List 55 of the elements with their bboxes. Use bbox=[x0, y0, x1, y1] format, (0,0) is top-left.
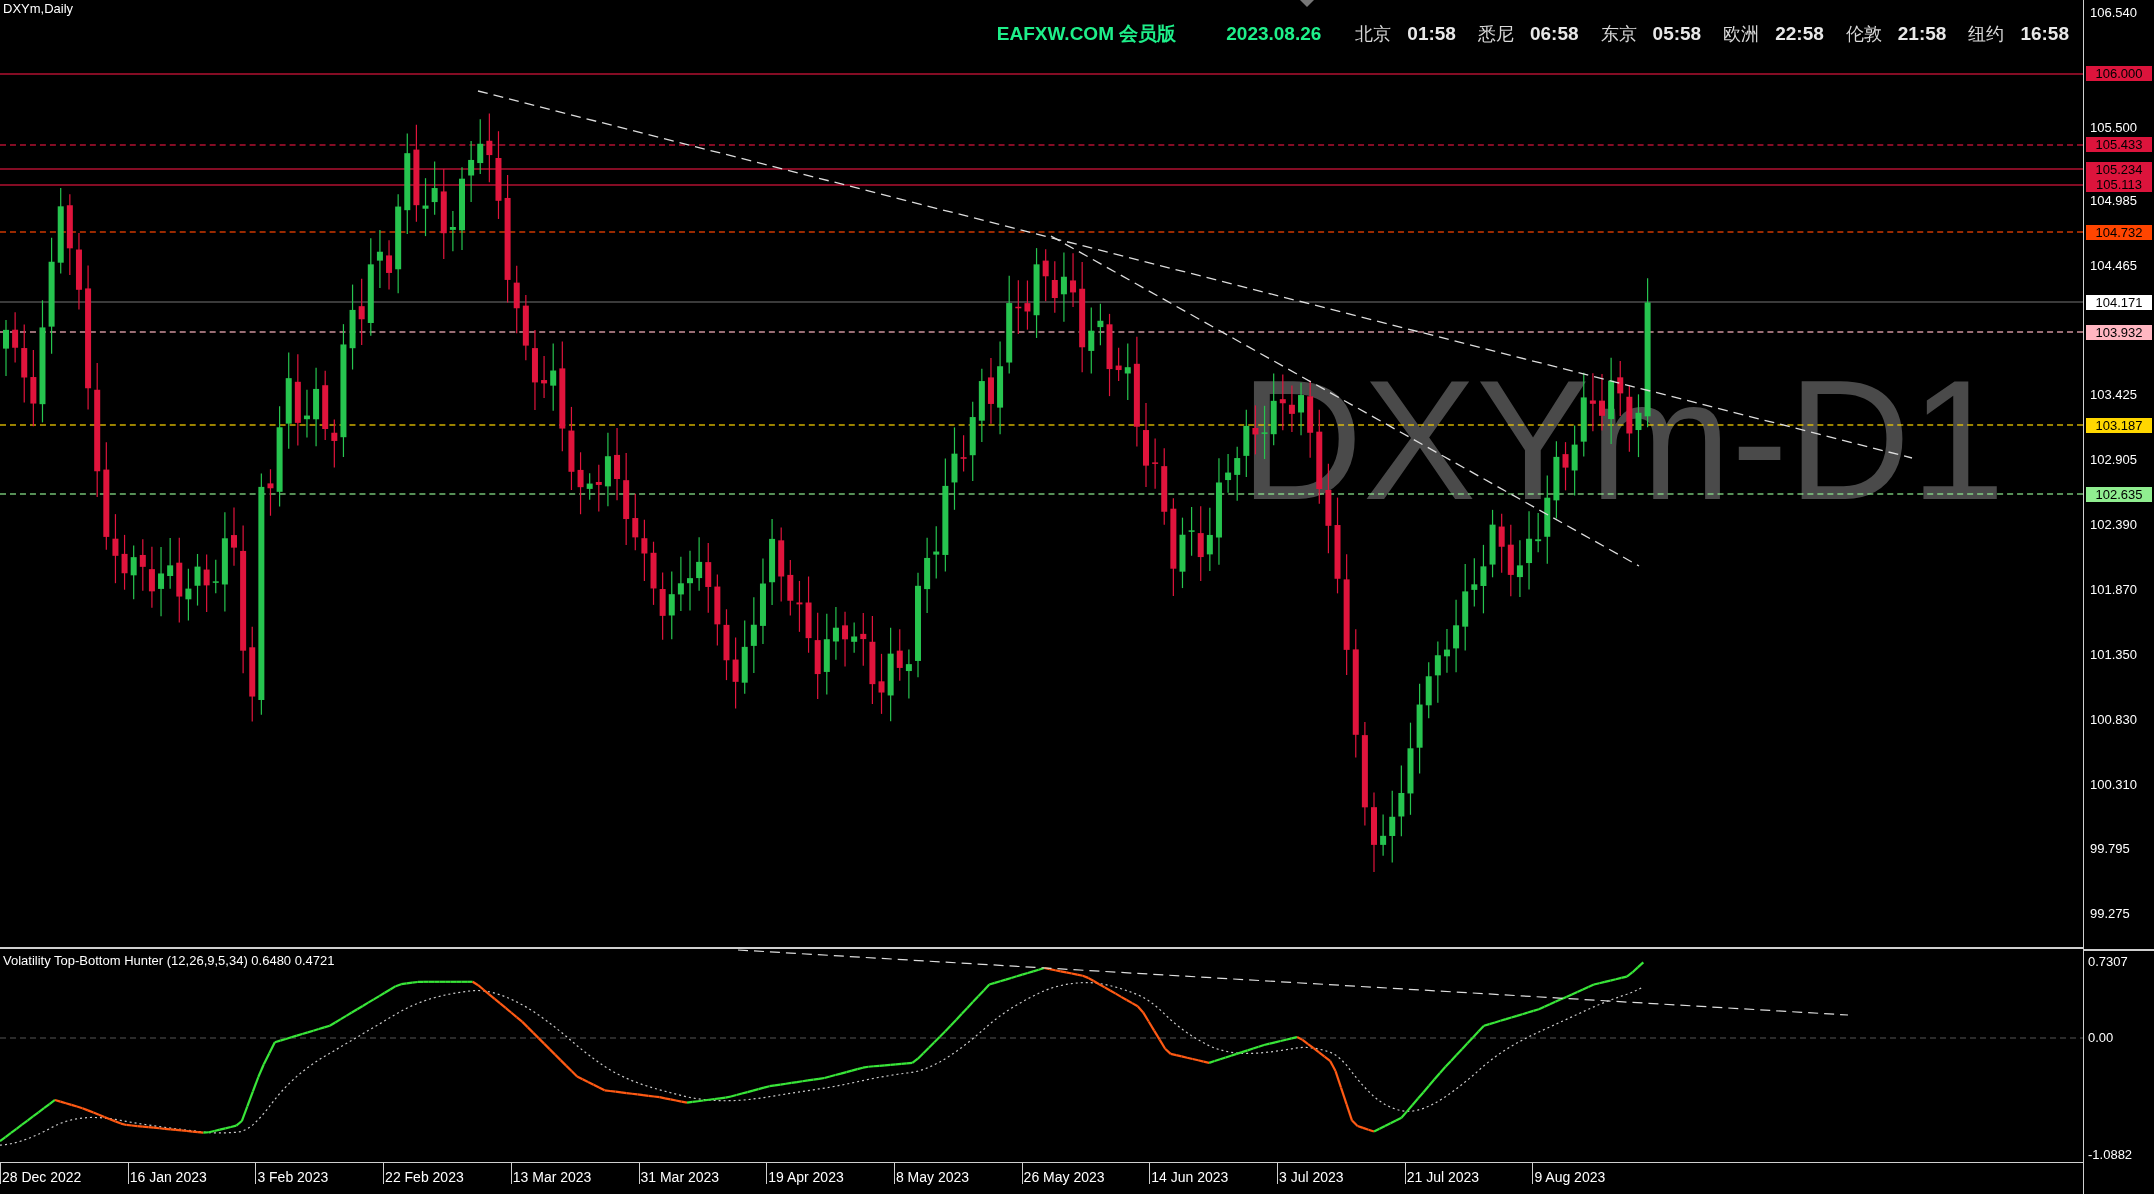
price-tick-label: 103.425 bbox=[2090, 388, 2137, 402]
price-tick-label: 99.275 bbox=[2090, 906, 2130, 920]
price-tick-label: 104.985 bbox=[2090, 193, 2137, 207]
city-label: 伦敦 bbox=[1845, 24, 1882, 43]
price-tick-label: 100.310 bbox=[2090, 777, 2137, 791]
clock-time: 21:58 bbox=[1897, 24, 1947, 43]
date-tick-label: 22 Feb 2023 bbox=[383, 1163, 464, 1184]
price-tick-label: 99.795 bbox=[2090, 841, 2130, 855]
price-tick-label: 106.540 bbox=[2090, 6, 2137, 20]
date-tick-label: 26 May 2023 bbox=[1021, 1163, 1105, 1184]
date-tick-label: 13 Mar 2023 bbox=[510, 1163, 592, 1184]
price-tick-label: 101.350 bbox=[2090, 647, 2137, 661]
price-tick-label: 101.870 bbox=[2090, 582, 2137, 596]
brand-label: EAFXW.COM 会员版 bbox=[996, 24, 1177, 43]
price-level-tag: 103.187 bbox=[2086, 417, 2152, 433]
chart-title: DXYm,Daily bbox=[3, 2, 74, 15]
date-tick-label: 3 Jul 2023 bbox=[1277, 1163, 1344, 1184]
price-level-tag: 105.433 bbox=[2086, 137, 2152, 153]
indicator-tick-label: 0.7307 bbox=[2088, 955, 2128, 968]
indicator-tick-label: 0.00 bbox=[2088, 1031, 2114, 1044]
price-tick-label: 102.390 bbox=[2090, 517, 2137, 531]
date-tick-label: 16 Jan 2023 bbox=[127, 1163, 207, 1184]
clock-time: 06:58 bbox=[1529, 24, 1579, 43]
date-tick-label: 19 Apr 2023 bbox=[766, 1163, 844, 1184]
city-label: 悉尼 bbox=[1477, 24, 1514, 43]
clock-time: 22:58 bbox=[1775, 24, 1824, 43]
city-label: 纽约 bbox=[1968, 24, 2005, 43]
price-level-tag: 105.113 bbox=[2086, 177, 2152, 193]
indicator-label: Volatility Top-Bottom Hunter (12,26,9,5,34) 0.6480 0.4721 bbox=[3, 954, 335, 967]
date-tick-label: 21 Jul 2023 bbox=[1404, 1163, 1480, 1184]
indicator-tick-label: -1.0882 bbox=[2088, 1148, 2133, 1161]
clock-time: 16:58 bbox=[2020, 24, 2069, 43]
price-tick-label: 100.830 bbox=[2090, 712, 2137, 726]
clock-time: 05:58 bbox=[1652, 24, 1702, 43]
date-label: 2023.08.26 bbox=[1226, 24, 1322, 43]
date-tick-label: 14 Jun 2023 bbox=[1149, 1163, 1229, 1184]
price-tick-label: 105.500 bbox=[2090, 121, 2137, 135]
city-label: 北京 bbox=[1355, 24, 1392, 43]
price-level-tag: 103.932 bbox=[2086, 324, 2152, 340]
price-level-tag: 102.635 bbox=[2086, 486, 2152, 502]
price-level-tag: 106.000 bbox=[2086, 66, 2152, 82]
price-level-tag: 104.732 bbox=[2086, 224, 2152, 240]
price-tick-label: 104.465 bbox=[2090, 258, 2137, 272]
clock-time: 01:58 bbox=[1407, 24, 1456, 43]
price-tick-label: 102.905 bbox=[2090, 453, 2137, 467]
date-tick-label: 3 Feb 2023 bbox=[255, 1163, 329, 1184]
date-tick-label: 28 Dec 2022 bbox=[0, 1163, 82, 1184]
date-tick-label: 9 Aug 2023 bbox=[1532, 1163, 1606, 1184]
shift-marker-icon bbox=[1300, 0, 1314, 7]
city-label: 欧洲 bbox=[1723, 24, 1760, 43]
price-level-tag: 105.234 bbox=[2086, 162, 2152, 177]
date-tick-label: 8 May 2023 bbox=[893, 1163, 970, 1184]
date-tick-label: 31 Mar 2023 bbox=[638, 1163, 720, 1184]
city-label: 东京 bbox=[1600, 24, 1637, 43]
price-level-tag: 104.171 bbox=[2086, 294, 2152, 310]
